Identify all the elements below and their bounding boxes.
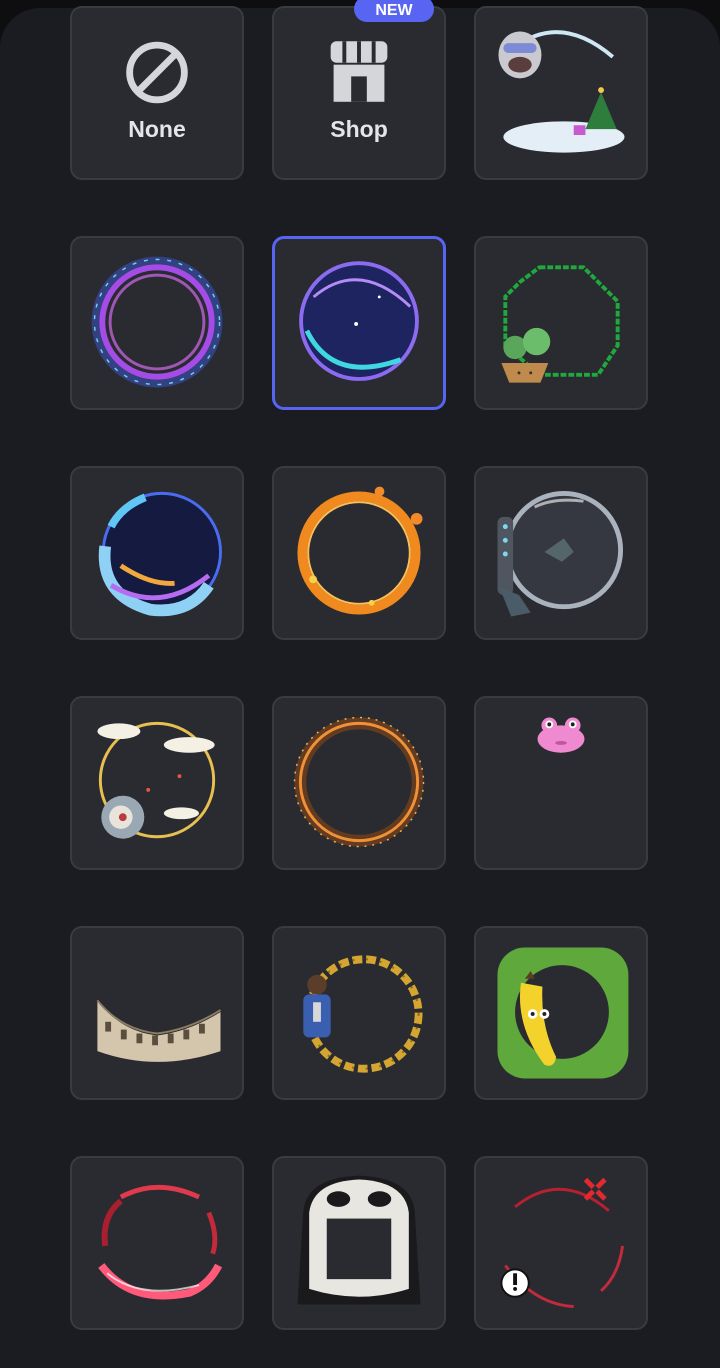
wave-orb-ring-icon xyxy=(98,491,222,617)
orange-flower-ring-icon xyxy=(297,486,423,615)
decoration-ghost-mask-frame[interactable] xyxy=(272,1156,446,1330)
colosseum-crown-icon xyxy=(96,999,222,1062)
decoration-banana-grass-frame[interactable] xyxy=(474,926,648,1100)
glass-bubble-ring-icon xyxy=(497,490,624,617)
decoration-pixel-plant-frame[interactable] xyxy=(474,236,648,410)
angry-red-ring-icon xyxy=(500,1177,625,1308)
new-badge: NEW xyxy=(354,0,434,22)
circle-slash-icon xyxy=(126,41,188,104)
shop-label: Shop xyxy=(330,116,388,142)
red-flame-ring-icon xyxy=(98,1184,223,1300)
decoration-pink-frog[interactable] xyxy=(474,696,648,870)
decoration-winter-yeti-frame[interactable] xyxy=(474,6,648,180)
cosmic-orb-ring-icon xyxy=(299,261,419,381)
yeti-snow-frame-icon xyxy=(498,30,625,153)
gold-chain-ring-icon xyxy=(303,955,423,1073)
decoration-sparkle-fire-ring[interactable] xyxy=(272,696,446,870)
banana-grass-frame-icon xyxy=(497,947,629,1079)
none-label: None xyxy=(128,116,186,142)
decoration-none[interactable]: None xyxy=(70,6,244,180)
decoration-angry-red-ring[interactable] xyxy=(474,1156,648,1330)
storefront-icon xyxy=(330,41,388,102)
decoration-glass-bubble-ring[interactable] xyxy=(474,466,648,640)
sparkle-fire-ring-icon xyxy=(293,716,425,848)
decoration-cloud-gold-ring[interactable] xyxy=(70,696,244,870)
pixel-plant-frame-icon xyxy=(501,265,620,383)
decoration-colosseum-crown[interactable] xyxy=(70,926,244,1100)
purple-vortex-ring-icon xyxy=(91,256,223,388)
decoration-red-flame-ring[interactable] xyxy=(70,1156,244,1330)
decoration-grid: None Shop NEW xyxy=(0,0,720,1348)
decoration-purple-vortex-ring[interactable] xyxy=(70,236,244,410)
decoration-gold-chain-ring[interactable] xyxy=(272,926,446,1100)
decoration-shop[interactable]: Shop xyxy=(272,6,446,180)
decoration-wave-orb-ring[interactable] xyxy=(70,466,244,640)
decoration-orange-flower-ring[interactable] xyxy=(272,466,446,640)
pink-frog-icon xyxy=(537,717,585,753)
ghost-mask-frame-icon xyxy=(297,1175,421,1305)
decoration-cosmic-orb-ring[interactable] xyxy=(272,236,446,410)
cloud-gold-ring-icon xyxy=(97,721,216,839)
